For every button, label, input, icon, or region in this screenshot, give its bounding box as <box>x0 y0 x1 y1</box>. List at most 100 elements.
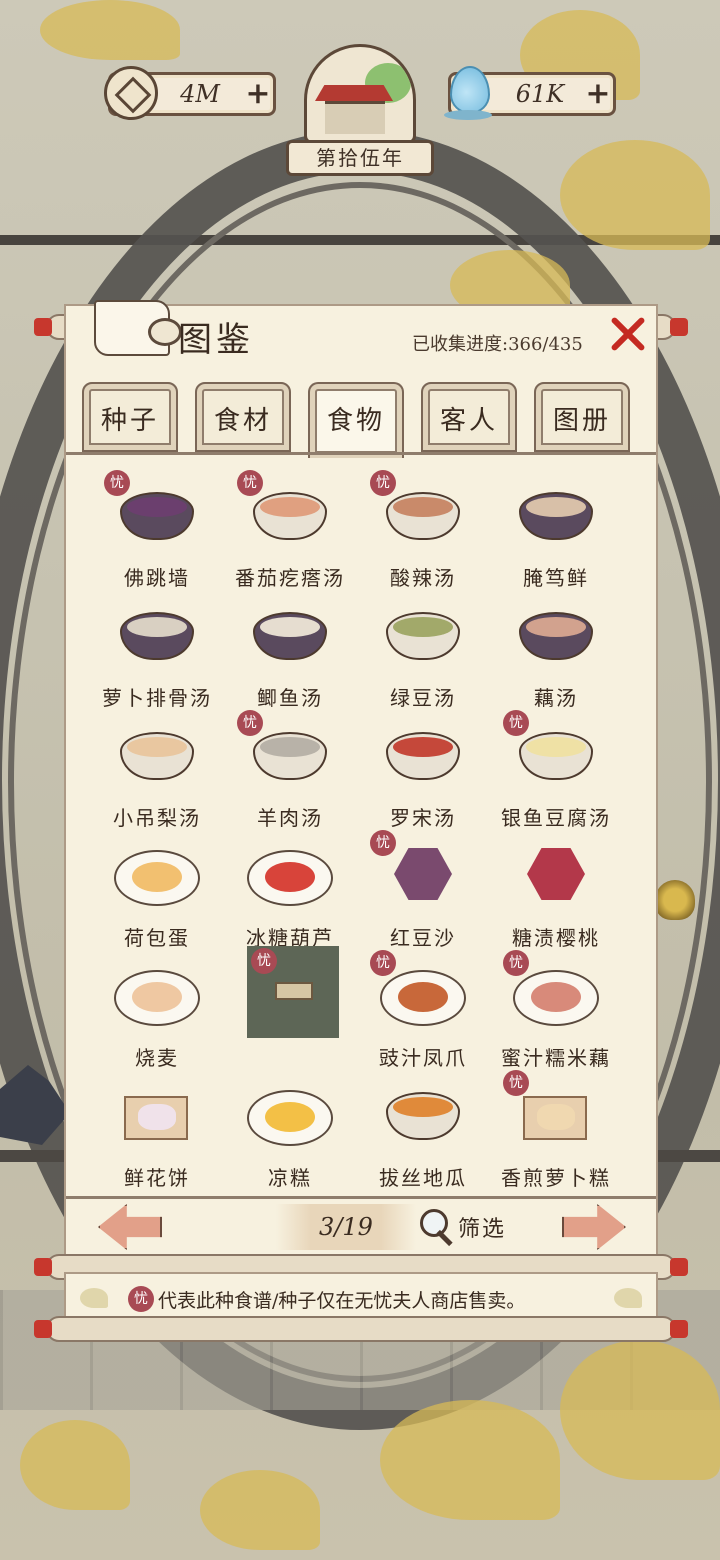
ginkgo-leaf <box>560 140 710 250</box>
footer-divider <box>66 1196 656 1199</box>
ginkgo-leaf <box>380 1400 560 1520</box>
shop-only-tag-icon: 忧 <box>503 1070 529 1096</box>
food-item[interactable]: 拔丝地瓜 <box>358 1066 488 1190</box>
panel-title: 图鉴 <box>178 320 254 360</box>
shop-note-text: 代表此种食谱/种子仅在无忧夫人商店售卖。 <box>158 1290 526 1312</box>
food-item[interactable]: 凉糕 <box>225 1066 355 1190</box>
tabs-divider <box>66 452 656 455</box>
tomato-soup-bowl-icon <box>253 480 327 540</box>
food-item-label: 凉糕 <box>268 1166 312 1190</box>
food-item[interactable]: 糖渍樱桃 <box>491 826 621 950</box>
ginkgo-leaf <box>560 1340 720 1480</box>
cold-cake-plate-icon <box>247 1080 333 1146</box>
pear-soup-bowl-icon <box>120 720 194 780</box>
honey-lotus-root-plate-icon <box>513 960 599 1026</box>
filter-label: 筛选 <box>458 1217 507 1242</box>
year-banner: 第拾伍年 <box>286 140 434 176</box>
shop-only-tag-icon: 忧 <box>104 470 130 496</box>
candied-hawthorn-plate-icon <box>247 840 333 906</box>
steamer-basket-icon <box>114 960 200 1026</box>
clay-pot-dish-icon <box>120 600 194 660</box>
food-item[interactable]: 忧蜜汁糯米藕 <box>491 946 621 1070</box>
chicken-feet-plate-icon <box>380 960 466 1026</box>
food-item[interactable]: 荷包蛋 <box>92 826 222 950</box>
close-icon[interactable] <box>608 314 648 354</box>
food-item[interactable]: 绿豆汤 <box>358 586 488 710</box>
candied-cherry-icon <box>519 840 593 900</box>
fried-egg-plate-icon <box>114 840 200 906</box>
collection-progress: 已收集进度:366/435 <box>412 334 583 355</box>
ginkgo-leaf-icon <box>614 1288 642 1308</box>
coins-value: 4M <box>180 80 220 108</box>
water-value: 61K <box>515 80 565 108</box>
food-item-label: 香煎萝卜糕 <box>501 1166 611 1190</box>
add-water-button[interactable]: + <box>583 79 613 109</box>
food-item[interactable]: 忧番茄疙瘩汤 <box>225 466 355 590</box>
panel-header: 图鉴 已收集进度:366/435 <box>66 300 656 360</box>
scroll-book-icon <box>84 300 182 358</box>
food-item[interactable]: 藕汤 <box>491 586 621 710</box>
food-item[interactable]: 忧豉汁凤爪 <box>358 946 488 1070</box>
ginkgo-leaf <box>40 0 180 60</box>
red-bean-dessert-icon <box>386 840 460 900</box>
magnifier-icon <box>418 1207 458 1247</box>
shop-only-tag-icon: 忧 <box>370 830 396 856</box>
mutton-soup-bowl-icon <box>253 720 327 780</box>
candied-sweet-potato-tray-icon <box>386 1080 460 1140</box>
arrow-right-icon[interactable] <box>562 1204 626 1250</box>
food-item-label: 拔丝地瓜 <box>379 1166 467 1190</box>
radish-cake-tray-icon <box>519 1080 593 1140</box>
lotus-decoration <box>655 880 695 920</box>
arrow-left-icon[interactable] <box>98 1204 162 1250</box>
shop-only-tag-icon: 忧 <box>237 470 263 496</box>
ginkgo-leaf <box>20 1420 130 1510</box>
category-tabs: 种子 食材 食物 客人 图册 <box>82 382 644 458</box>
shop-only-tag-icon: 忧 <box>370 950 396 976</box>
coin-icon <box>104 66 158 120</box>
food-item[interactable]: 罗宋汤 <box>358 706 488 830</box>
page-indicator: 3/19 <box>276 1204 416 1250</box>
shop-only-tag-icon: 忧 <box>370 470 396 496</box>
food-item[interactable]: 腌笃鲜 <box>491 466 621 590</box>
clay-pot-dish-icon <box>519 480 593 540</box>
tab-0[interactable]: 种子 <box>82 382 178 452</box>
add-coins-button[interactable]: + <box>243 79 273 109</box>
food-item[interactable]: 忧银鱼豆腐汤 <box>491 706 621 830</box>
food-item[interactable]: 小吊梨汤 <box>92 706 222 830</box>
food-item[interactable]: 忧羊肉汤 <box>225 706 355 830</box>
mung-bean-soup-bowl-icon <box>386 600 460 660</box>
clay-pot-dish-icon <box>519 600 593 660</box>
water-drop-icon <box>444 60 492 124</box>
shop-only-tag-icon: 忧 <box>503 950 529 976</box>
shop-only-tag-icon: 忧 <box>251 948 277 974</box>
food-item[interactable]: 萝卜排骨汤 <box>92 586 222 710</box>
tab-3[interactable]: 客人 <box>421 382 517 452</box>
food-item[interactable]: 鲫鱼汤 <box>225 586 355 710</box>
ginkgo-leaf-icon <box>80 1288 108 1308</box>
ginkgo-leaf <box>200 1470 320 1550</box>
clay-pot-dish-icon <box>120 480 194 540</box>
tab-1[interactable]: 食材 <box>195 382 291 452</box>
food-item[interactable]: 忧香煎萝卜糕 <box>491 1066 621 1190</box>
shop-note-bar: 忧 代表此种食谱/种子仅在无忧夫人商店售卖。 <box>64 1272 658 1322</box>
food-item[interactable]: 鲜花饼 <box>92 1066 222 1190</box>
flower-pastry-tray-icon <box>120 1080 194 1140</box>
tab-2[interactable]: 食物 <box>308 382 404 458</box>
food-item[interactable]: 忧红豆沙 <box>358 826 488 950</box>
pavilion-emblem[interactable] <box>304 44 416 144</box>
hot-sour-soup-bowl-icon <box>386 480 460 540</box>
food-item[interactable]: 烧麦 <box>92 946 222 1070</box>
food-item[interactable]: 忧佛跳墙 <box>92 466 222 590</box>
borscht-bowl-icon <box>386 720 460 780</box>
tofu-soup-bowl-icon <box>519 720 593 780</box>
clay-pot-dish-icon <box>253 600 327 660</box>
shop-only-tag-icon: 忧 <box>237 710 263 736</box>
collection-panel: 图鉴 已收集进度:366/435 种子 食材 食物 客人 图册 忧佛跳墙忧番茄疙瘩汤忧酸… <box>64 300 658 1262</box>
tab-4[interactable]: 图册 <box>534 382 630 452</box>
food-item[interactable]: 忧酸辣汤 <box>358 466 488 590</box>
filter-button[interactable]: 筛选 <box>418 1206 506 1248</box>
shop-only-tag-icon: 忧 <box>128 1286 154 1312</box>
shop-only-tag-icon: 忧 <box>503 710 529 736</box>
food-item[interactable]: 忧 <box>225 946 355 1066</box>
food-item[interactable]: 冰糖葫芦 <box>225 826 355 950</box>
